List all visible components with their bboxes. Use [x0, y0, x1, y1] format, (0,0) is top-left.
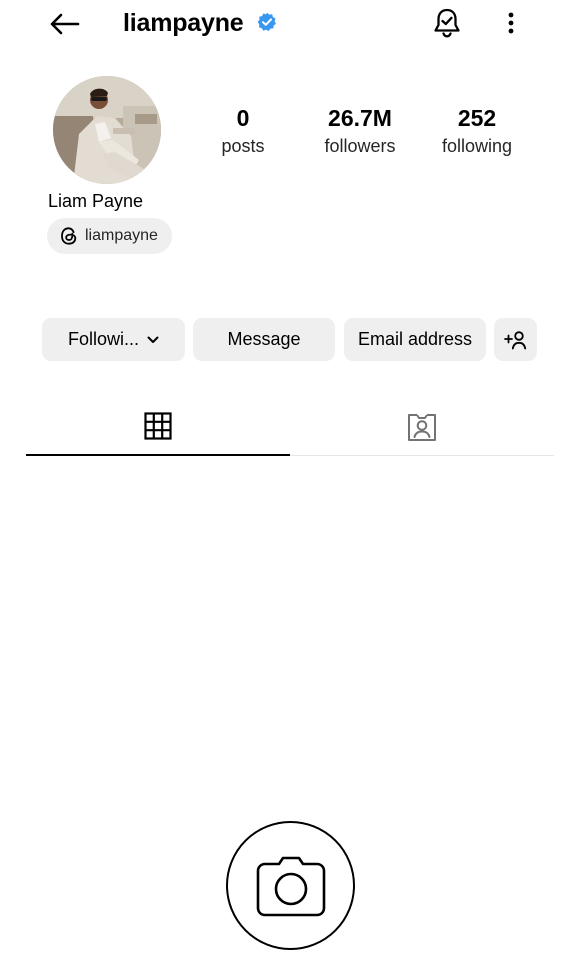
back-button[interactable] — [44, 6, 84, 42]
threads-profile-link[interactable]: liampayne — [47, 218, 172, 254]
profile-username: liampayne — [123, 9, 244, 37]
posts-count: 0 — [236, 105, 250, 131]
arrow-left-icon — [50, 13, 80, 35]
grid-icon — [144, 412, 172, 440]
more-options-button[interactable] — [496, 6, 526, 40]
following-button-label: Followi... — [67, 329, 139, 349]
followers-stat[interactable]: 26.7M followers — [310, 104, 410, 158]
following-count: 252 — [457, 105, 497, 131]
posts-stat[interactable]: 0 posts — [203, 104, 283, 158]
tab-posts-grid[interactable] — [26, 398, 290, 456]
tab-tagged[interactable] — [290, 398, 554, 456]
camera-icon — [256, 856, 325, 916]
display-name: Liam Payne — [48, 191, 144, 211]
email-address-button[interactable]: Email address — [344, 318, 486, 361]
verified-badge-icon — [257, 12, 276, 32]
following-label: following — [441, 136, 513, 156]
empty-posts-camera — [226, 821, 355, 950]
followers-label: followers — [324, 136, 396, 156]
following-stat[interactable]: 252 following — [432, 104, 522, 158]
profile-header: liampayne — [0, 0, 579, 48]
avatar-photo — [53, 76, 161, 184]
following-dropdown-button[interactable]: Followi... — [42, 318, 185, 361]
email-button-label: Email address — [357, 329, 473, 349]
message-button[interactable]: Message — [193, 318, 335, 361]
bell-check-icon — [434, 8, 460, 38]
posts-label: posts — [221, 136, 265, 156]
chevron-down-icon — [147, 336, 159, 343]
suggested-users-button[interactable] — [494, 318, 537, 361]
threads-handle: liampayne — [85, 227, 158, 244]
threads-icon — [61, 227, 77, 245]
profile-avatar[interactable] — [53, 76, 161, 184]
add-user-icon — [503, 330, 526, 349]
message-button-label: Message — [227, 329, 301, 349]
notifications-bell-button[interactable] — [428, 4, 466, 42]
more-vertical-icon — [508, 12, 514, 34]
tagged-person-icon — [408, 413, 436, 441]
followers-count: 26.7M — [328, 105, 392, 131]
